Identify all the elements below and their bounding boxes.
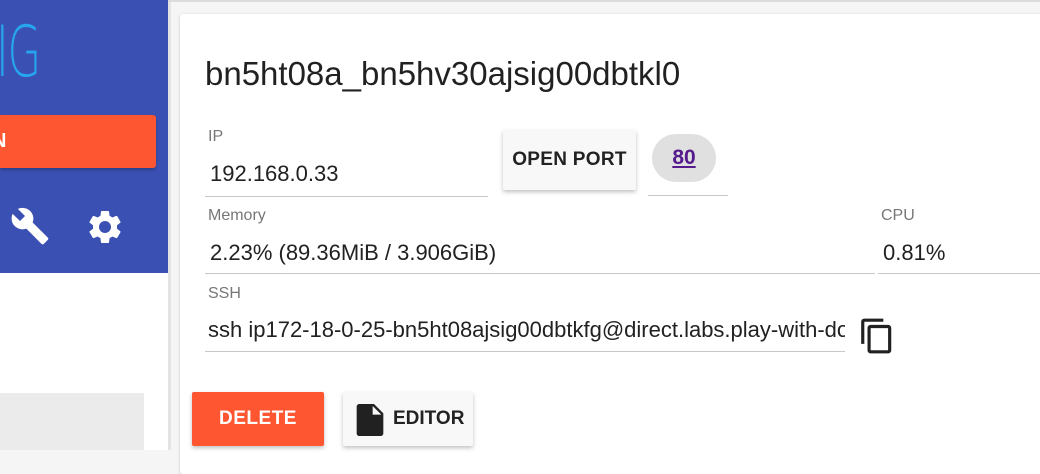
memory-label: Memory [208, 207, 266, 224]
ssh-value[interactable]: ssh ip172-18-0-25-bn5ht08ajsig00dbtkfg@d… [208, 317, 845, 343]
editor-button[interactable]: EDITOR [343, 392, 473, 446]
gear-icon[interactable] [85, 207, 125, 247]
memory-value[interactable]: 2.23% (89.36MiB / 3.906GiB) [210, 240, 496, 266]
open-port-button[interactable]: OPEN PORT [503, 130, 636, 190]
port-link[interactable]: 80 [672, 146, 695, 169]
sidebar-list-item[interactable] [0, 393, 144, 450]
sidebar-divider [168, 0, 171, 450]
port-chip[interactable]: 80 [652, 134, 716, 182]
top-divider [168, 0, 1040, 2]
document-icon [356, 404, 384, 436]
sidebar-primary-button[interactable]: N [0, 115, 156, 168]
instance-title: bn5ht08a_bn5hv30ajsig00dbtkl0 [205, 55, 681, 92]
cpu-field: CPU 0.81% [878, 207, 1040, 274]
delete-button[interactable]: DELETE [192, 392, 324, 446]
wrench-icon[interactable] [10, 206, 50, 246]
ip-label: IP [208, 128, 224, 145]
memory-field: Memory 2.23% (89.36MiB / 3.906GiB) [205, 207, 875, 274]
logo: IG [0, 11, 41, 93]
cpu-label: CPU [881, 207, 915, 224]
ssh-label: SSH [208, 285, 241, 302]
sidebar: IG N [0, 0, 168, 273]
ssh-field: SSH ssh ip172-18-0-25-bn5ht08ajsig00dbtk… [205, 285, 845, 352]
cpu-value[interactable]: 0.81% [883, 240, 945, 266]
editor-button-label: EDITOR [393, 408, 465, 429]
ip-value[interactable]: 192.168.0.33 [210, 161, 338, 187]
ip-field: IP 192.168.0.33 [205, 128, 488, 197]
copy-icon[interactable] [858, 315, 896, 357]
